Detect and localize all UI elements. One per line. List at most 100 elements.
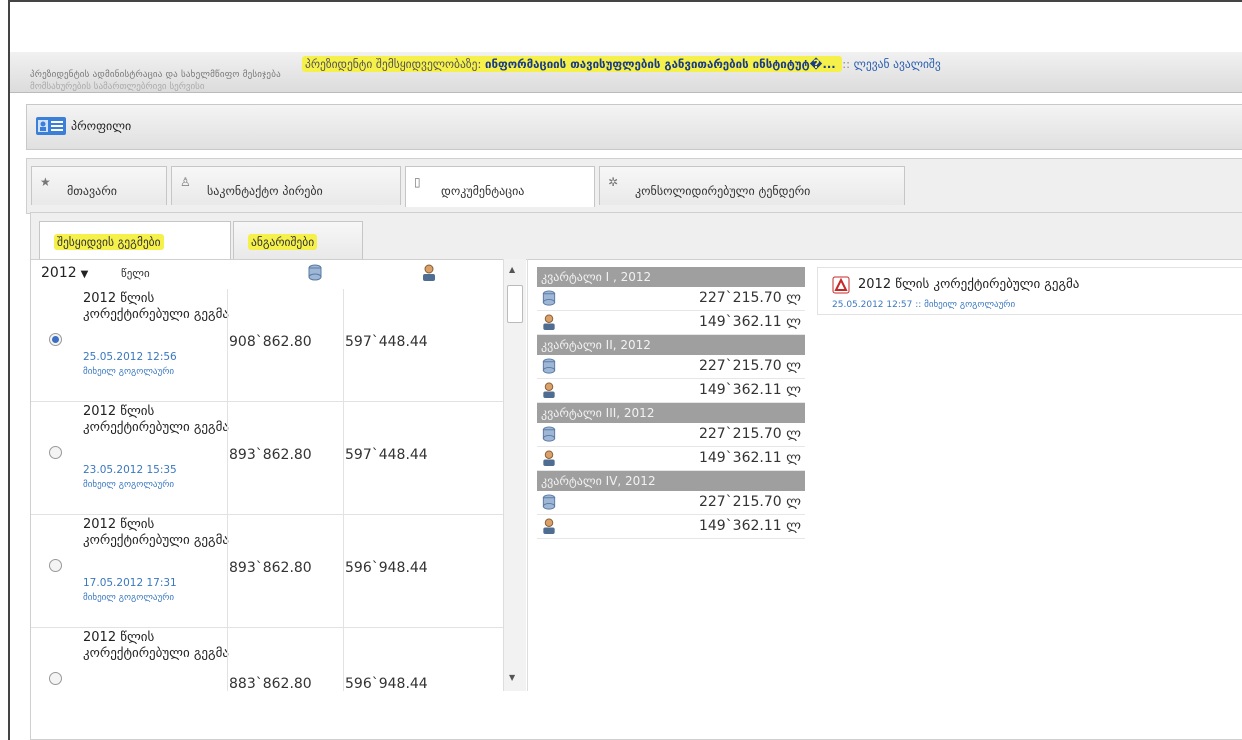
profile-card-icon (36, 117, 66, 135)
year-label: წელი (121, 267, 150, 280)
plan-select-radio[interactable] (49, 333, 62, 346)
document-meta: 25.05.2012 12:57 :: მიხეილ გოგოლაური (832, 300, 1016, 310)
procurer-highlight: პრეზიდენტი შემსყიდველობაზე: ინფორმაციის … (302, 56, 843, 72)
tab-main-label: მთავარი (67, 184, 117, 198)
quarter-header: კვარტალი I , 2012 (537, 267, 805, 287)
quarter-budget-value: 227`215.70 ლ (698, 494, 801, 510)
plan-author[interactable]: მიხეილ გოგოლაური (83, 593, 174, 603)
procurer-organization[interactable]: ინფორმაციის თავისუფლების განვითარების ინ… (485, 57, 836, 71)
plan-author[interactable]: მიხეილ გოგოლაური (83, 480, 174, 490)
person-icon (543, 382, 555, 399)
quarter-person-row: 149`362.11 ლ (537, 515, 805, 539)
quarter-person-row: 149`362.11 ლ (537, 311, 805, 335)
tab-documentation[interactable]: ▯ დოკუმენტაცია (405, 166, 595, 207)
person-icon (543, 314, 555, 331)
star-icon: ★ (40, 175, 51, 189)
tab-consolidated-tender-label: კონსოლიდირებული ტენდერი (635, 184, 811, 198)
procurer-line: პრეზიდენტი შემსყიდველობაზე: ინფორმაციის … (302, 56, 941, 72)
plan-title: 2012 წლის კორექტირებული გეგმა (83, 291, 229, 322)
scrollbar-thumb[interactable] (507, 285, 523, 323)
column-divider (227, 628, 228, 691)
chevron-down-icon: ▼ (80, 269, 89, 280)
column-divider (227, 515, 228, 627)
tab-contacts-label: საკონტაქტო პირები (207, 184, 323, 198)
plan-select-radio[interactable] (49, 672, 62, 685)
plan-date: 23.05.2012 15:35 (83, 464, 177, 476)
plans-list: 2012 ▼ წელი 2012 წლის კორექტირებული გეგმა… (31, 259, 528, 691)
plan-author[interactable]: მიხეილ გოგოლაური (83, 367, 174, 377)
procurer-prefix: პრეზიდენტი შემსყიდველობაზე: (305, 57, 482, 71)
profile-label: პროფილი (71, 119, 132, 133)
plan-row[interactable]: 2012 წლის კორექტირებული გეგმა 883`862.80… (31, 628, 511, 691)
quarter-header: კვარტალი II, 2012 (537, 335, 805, 355)
document-title-link[interactable]: 2012 წლის კორექტირებული გეგმა (858, 277, 1079, 292)
document-icon: ▯ (414, 175, 421, 189)
tab-documentation-label: დოკუმენტაცია (441, 184, 525, 198)
budget-coins-icon (542, 358, 556, 374)
column-divider (227, 402, 228, 514)
plan-date: 25.05.2012 12:56 (83, 351, 177, 363)
current-user-link[interactable]: ლევან ავალიშვ (854, 57, 941, 71)
quarter-header: კვარტალი IV, 2012 (537, 471, 805, 491)
quarter-person-value: 149`362.11 ლ (698, 450, 801, 466)
quarter-person-value: 149`362.11 ლ (698, 382, 801, 398)
subtab-procurement-plans-label: შესყიდვის გეგმები (54, 234, 164, 250)
quarter-person-value: 149`362.11 ლ (698, 518, 801, 534)
tab-consolidated-tender[interactable]: ✲ კონსოლიდირებული ტენდერი (599, 166, 905, 205)
quarter-block: კვარტალი III, 2012 227`215.70 ლ 149`362.… (537, 403, 805, 471)
plan-select-radio[interactable] (49, 446, 62, 459)
profile-bar[interactable]: პროფილი (26, 104, 1242, 150)
person-icon (543, 450, 555, 467)
tab-main[interactable]: ★ მთავარი (31, 166, 167, 205)
scroll-up-icon[interactable]: ▲ (509, 265, 515, 274)
pdf-icon[interactable] (832, 276, 850, 294)
plans-header: 2012 ▼ წელი (31, 259, 527, 289)
quarter-header: კვარტალი III, 2012 (537, 403, 805, 423)
quarter-block: კვარტალი I , 2012 227`215.70 ლ 149`362.1… (537, 267, 805, 335)
plan-person-value: 596`948.44 (345, 676, 428, 691)
budget-coins-icon (542, 290, 556, 306)
plan-date: 17.05.2012 17:31 (83, 577, 177, 589)
quarter-budget-value: 227`215.70 ლ (698, 290, 801, 306)
quarters-breakdown: კვარტალი I , 2012 227`215.70 ლ 149`362.1… (537, 267, 805, 539)
plan-person-value: 596`948.44 (345, 560, 428, 576)
plan-row[interactable]: 2012 წლის კორექტირებული გეგმა 17.05.2012… (31, 515, 511, 628)
gear-icon: ✲ (608, 175, 619, 189)
tab-contacts[interactable]: ♙ საკონტაქტო პირები (171, 166, 401, 205)
plan-person-value: 597`448.44 (345, 334, 428, 350)
budget-coins-icon (542, 494, 556, 510)
plan-row[interactable]: 2012 წლის კორექტირებული გეგმა 25.05.2012… (31, 289, 511, 402)
person-icon (423, 264, 435, 281)
column-divider (343, 515, 344, 627)
column-divider (343, 402, 344, 514)
plan-budget-value: 883`862.80 (229, 676, 312, 691)
subtab-reports[interactable]: ანგარიშები (233, 221, 363, 259)
year-select-value: 2012 (41, 265, 77, 281)
plan-row[interactable]: 2012 წლის კორექტირებული გეგმა 23.05.2012… (31, 402, 511, 515)
plan-select-radio[interactable] (49, 559, 62, 572)
header-banner: პრეზიდენტის ადმინისტრაცია და სახელმწიფო … (10, 52, 1242, 93)
org-name-line1: პრეზიდენტის ადმინისტრაცია და სახელმწიფო … (30, 70, 281, 80)
plans-scrollbar[interactable]: ▲ ▼ (503, 259, 526, 691)
plan-budget-value: 893`862.80 (229, 560, 312, 576)
quarter-budget-row: 227`215.70 ლ (537, 423, 805, 447)
scroll-down-icon[interactable]: ▼ (509, 673, 515, 682)
plan-title: 2012 წლის კორექტირებული გეგმა (83, 517, 229, 548)
plan-title: 2012 წლის კორექტირებული გეგმა (83, 404, 229, 435)
subtab-reports-label: ანგარიშები (248, 234, 318, 250)
person-icon (543, 518, 555, 535)
quarter-block: კვარტალი IV, 2012 227`215.70 ლ 149`362.1… (537, 471, 805, 539)
plan-budget-value: 893`862.80 (229, 447, 312, 463)
subtab-procurement-plans[interactable]: შესყიდვის გეგმები (39, 221, 231, 259)
quarter-person-row: 149`362.11 ლ (537, 379, 805, 403)
quarter-budget-row: 227`215.70 ლ (537, 287, 805, 311)
quarter-budget-row: 227`215.70 ლ (537, 491, 805, 515)
quarter-budget-row: 227`215.70 ლ (537, 355, 805, 379)
budget-coins-icon (308, 264, 322, 281)
quarter-budget-value: 227`215.70 ლ (698, 426, 801, 442)
quarter-person-row: 149`362.11 ლ (537, 447, 805, 471)
sub-tabs: შესყიდვის გეგმები ანგარიშები (31, 213, 1242, 260)
year-select[interactable]: 2012 ▼ (41, 265, 88, 281)
banner-separator: :: (842, 57, 850, 71)
column-divider (343, 289, 344, 401)
